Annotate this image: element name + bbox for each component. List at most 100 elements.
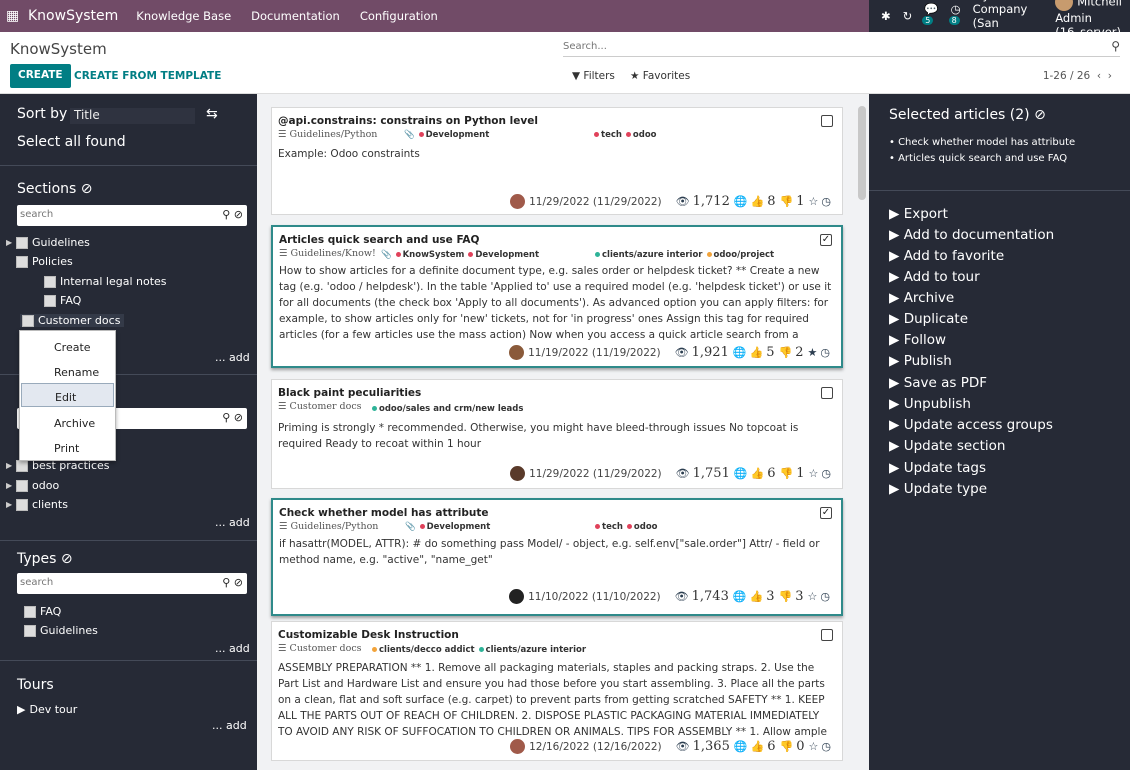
create-from-template-button[interactable]: CREATE FROM TEMPLATE	[74, 70, 221, 82]
action-unpublish[interactable]: ▶ Unpublish	[889, 396, 971, 412]
add-tag-link[interactable]: ... add	[215, 516, 250, 529]
globe-icon[interactable]: 🌐	[734, 195, 748, 208]
thumbs-down-icon[interactable]: 👎	[780, 740, 794, 753]
context-print[interactable]: Print	[21, 435, 114, 459]
thumbs-up-icon[interactable]: 👍	[750, 346, 764, 359]
create-button[interactable]: CREATE	[10, 64, 71, 88]
action-add-to-favorite[interactable]: ▶ Add to favorite	[889, 248, 1004, 264]
star-outline-icon[interactable]: ☆	[809, 740, 819, 753]
action-publish[interactable]: ▶ Publish	[889, 353, 952, 369]
checkbox[interactable]	[16, 498, 28, 511]
article-card[interactable]: Black paint peculiarities ☰ Customer doc…	[271, 379, 843, 489]
clock-icon[interactable]: ◷	[821, 740, 831, 753]
tour-item-dev-tour[interactable]: ▶ Dev tour	[17, 703, 77, 716]
chat-icon[interactable]: 💬5	[922, 2, 939, 30]
article-title[interactable]: Customizable Desk Instruction	[278, 629, 459, 641]
add-section-link[interactable]: ... add	[215, 351, 250, 364]
article-title[interactable]: Check whether model has attribute	[279, 507, 488, 519]
article-card[interactable]: Customizable Desk Instruction ☰ Customer…	[271, 621, 843, 761]
selected-article-item[interactable]: • Articles quick search and use FAQ	[889, 153, 1067, 164]
add-tour-link[interactable]: ... add	[212, 719, 247, 732]
scrollbar-thumb[interactable]	[858, 106, 866, 200]
sections-search-input[interactable]	[17, 205, 207, 224]
context-rename[interactable]: Rename	[21, 359, 114, 383]
thumbs-down-icon[interactable]: 👎	[780, 195, 794, 208]
search-icon[interactable]: ⚲ ⊘	[222, 208, 243, 221]
selected-article-item[interactable]: • Check whether model has attribute	[889, 137, 1075, 148]
menu-documentation[interactable]: Documentation	[251, 9, 340, 23]
select-all-found[interactable]: Select all found	[17, 134, 126, 150]
tag-item-odoo[interactable]: ▶ odoo	[6, 479, 59, 492]
caret-right-icon[interactable]: ▶	[6, 238, 16, 247]
checkbox[interactable]	[16, 236, 28, 249]
article-checkbox[interactable]: ✓	[820, 234, 832, 246]
app-brand[interactable]: KnowSystem	[28, 8, 118, 24]
clock-icon[interactable]: ◷	[820, 590, 830, 603]
action-archive[interactable]: ▶ Archive	[889, 290, 954, 306]
article-title[interactable]: Black paint peculiarities	[278, 387, 421, 399]
next-icon[interactable]: ›	[1108, 70, 1112, 82]
article-card-selected[interactable]: Articles quick search and use FAQ ☰ Guid…	[271, 225, 843, 368]
star-outline-icon[interactable]: ☆	[809, 467, 819, 480]
action-follow[interactable]: ▶ Follow	[889, 332, 946, 348]
refresh-icon[interactable]: ↻	[903, 9, 913, 23]
menu-knowledge-base[interactable]: Knowledge Base	[136, 9, 231, 23]
section-item-policies[interactable]: Policies	[6, 255, 73, 268]
article-title[interactable]: Articles quick search and use FAQ	[279, 234, 479, 246]
article-card-selected[interactable]: Check whether model has attribute ☰ Guid…	[271, 498, 843, 616]
action-update-section[interactable]: ▶ Update section	[889, 438, 1006, 454]
add-type-link[interactable]: ... add	[215, 642, 250, 655]
action-duplicate[interactable]: ▶ Duplicate	[889, 311, 968, 327]
bug-icon[interactable]: ✱	[881, 9, 891, 23]
caret-right-icon[interactable]: ▶	[6, 461, 16, 470]
article-card[interactable]: @api.constrains: constrains on Python le…	[271, 107, 843, 215]
type-item-guidelines[interactable]: Guidelines	[24, 624, 98, 637]
sort-select[interactable]: Title	[70, 108, 195, 124]
thumbs-down-icon[interactable]: 👎	[779, 346, 793, 359]
action-update-access-groups[interactable]: ▶ Update access groups	[889, 417, 1053, 433]
section-item-customer-docs[interactable]: Customer docs	[20, 314, 125, 327]
types-search-input[interactable]	[17, 573, 207, 592]
caret-right-icon[interactable]: ▶	[6, 500, 16, 509]
checkbox[interactable]	[16, 255, 28, 268]
search-icon[interactable]: ⚲	[1111, 39, 1120, 53]
clock-icon[interactable]: ◷	[821, 467, 831, 480]
type-item-faq[interactable]: FAQ	[24, 605, 61, 618]
favorites-button[interactable]: ★ Favorites	[630, 70, 690, 82]
thumbs-up-icon[interactable]: 👍	[750, 590, 764, 603]
article-checkbox[interactable]	[821, 629, 833, 641]
globe-icon[interactable]: 🌐	[734, 740, 748, 753]
clear-icon[interactable]: ⊘	[81, 181, 93, 197]
checkbox[interactable]	[44, 275, 56, 288]
prev-icon[interactable]: ‹	[1097, 70, 1101, 82]
thumbs-down-icon[interactable]: 👎	[779, 590, 793, 603]
caret-right-icon[interactable]: ▶	[17, 703, 25, 716]
article-checkbox[interactable]	[821, 387, 833, 399]
clear-icon[interactable]: ⊘	[61, 551, 73, 567]
search-icon[interactable]: ⚲ ⊘	[222, 411, 243, 424]
section-item-internal-legal-notes[interactable]: Internal legal notes	[44, 275, 167, 288]
thumbs-up-icon[interactable]: 👍	[751, 195, 765, 208]
action-update-tags[interactable]: ▶ Update tags	[889, 460, 986, 476]
action-save-as-pdf[interactable]: ▶ Save as PDF	[889, 375, 987, 391]
article-checkbox[interactable]: ✓	[820, 507, 832, 519]
checkbox[interactable]	[44, 294, 56, 307]
star-filled-icon[interactable]: ★	[808, 346, 818, 359]
star-outline-icon[interactable]: ☆	[809, 195, 819, 208]
context-create[interactable]: Create	[21, 334, 114, 358]
search-input[interactable]	[563, 37, 1083, 52]
pager-value[interactable]: 1-26 / 26	[1043, 70, 1090, 82]
apps-grid-icon[interactable]: ▦	[6, 8, 28, 24]
caret-right-icon[interactable]: ▶	[6, 481, 16, 490]
search-icon[interactable]: ⚲ ⊘	[222, 576, 243, 589]
filters-button[interactable]: ▼ Filters	[572, 70, 615, 82]
clock-icon[interactable]: ◷	[821, 195, 831, 208]
thumbs-up-icon[interactable]: 👍	[751, 740, 765, 753]
action-add-to-documentation[interactable]: ▶ Add to documentation	[889, 227, 1054, 243]
checkbox[interactable]	[24, 605, 36, 618]
checkbox[interactable]	[16, 479, 28, 492]
section-item-guidelines[interactable]: ▶ Guidelines	[6, 236, 90, 249]
star-outline-icon[interactable]: ☆	[808, 590, 818, 603]
clear-selection-icon[interactable]: ⊘	[1034, 107, 1046, 123]
action-update-type[interactable]: ▶ Update type	[889, 481, 987, 497]
